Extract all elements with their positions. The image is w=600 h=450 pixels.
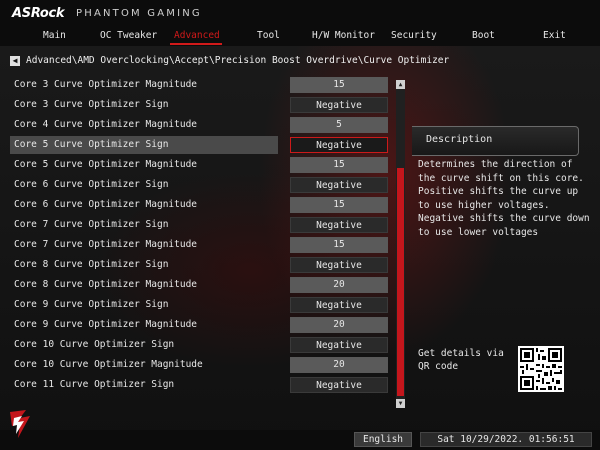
setting-label: Core 6 Curve Optimizer Sign <box>14 179 169 190</box>
setting-label: Core 8 Curve Optimizer Magnitude <box>14 279 198 290</box>
setting-value[interactable]: Negative <box>290 97 388 113</box>
description-header: Description <box>412 126 592 156</box>
tab-exit[interactable]: Exit <box>543 30 566 41</box>
tab-advanced[interactable]: Advanced <box>174 30 220 41</box>
setting-row[interactable]: Core 8 Curve Optimizer Sign Negative <box>10 256 390 274</box>
setting-row[interactable]: Core 9 Curve Optimizer Sign Negative <box>10 296 390 314</box>
setting-row[interactable]: Core 7 Curve Optimizer Magnitude 15 <box>10 236 390 254</box>
setting-label: Core 8 Curve Optimizer Sign <box>14 259 169 270</box>
breadcrumb: Advanced\AMD Overclocking\Accept\Precisi… <box>26 55 450 66</box>
setting-label: Core 9 Curve Optimizer Sign <box>14 299 169 310</box>
setting-value[interactable]: 15 <box>290 77 388 93</box>
scrollbar[interactable]: ▲ ▼ <box>396 80 405 408</box>
brand-logo: ASRock <box>12 6 65 21</box>
setting-value[interactable]: 20 <box>290 317 388 333</box>
setting-label: Core 9 Curve Optimizer Magnitude <box>14 319 198 330</box>
setting-row[interactable]: Core 11 Curve Optimizer Sign Negative <box>10 376 390 394</box>
down-arrow-icon[interactable]: ▼ <box>396 399 405 408</box>
setting-row[interactable]: Core 4 Curve Optimizer Magnitude 5 <box>10 116 390 134</box>
tab-oc-tweaker[interactable]: OC Tweaker <box>100 30 157 41</box>
setting-row[interactable]: Core 6 Curve Optimizer Magnitude 15 <box>10 196 390 214</box>
breadcrumb-bar: ◀ Advanced\AMD Overclocking\Accept\Preci… <box>0 54 600 68</box>
setting-value[interactable]: Negative <box>290 337 388 353</box>
setting-label: Core 5 Curve Optimizer Magnitude <box>14 159 198 170</box>
tab-bar: Main OC Tweaker Advanced Tool H/W Monito… <box>0 30 600 45</box>
tab-hw-monitor[interactable]: H/W Monitor <box>312 30 375 41</box>
setting-label: Core 4 Curve Optimizer Magnitude <box>14 119 198 130</box>
setting-value[interactable]: Negative <box>290 297 388 313</box>
setting-label: Core 7 Curve Optimizer Magnitude <box>14 239 198 250</box>
setting-row[interactable]: Core 7 Curve Optimizer Sign Negative <box>10 216 390 234</box>
setting-label: Core 6 Curve Optimizer Magnitude <box>14 199 198 210</box>
tab-main[interactable]: Main <box>43 30 66 41</box>
setting-value[interactable]: Negative <box>290 137 388 153</box>
header: ASRock PHANTOM GAMING Main OC Tweaker Ad… <box>0 0 600 46</box>
setting-value[interactable]: 15 <box>290 237 388 253</box>
setting-row-selected[interactable]: Core 5 Curve Optimizer Sign Negative <box>10 136 390 154</box>
setting-row[interactable]: Core 3 Curve Optimizer Sign Negative <box>10 96 390 114</box>
setting-label: Core 10 Curve Optimizer Sign <box>14 339 175 350</box>
scrollbar-thumb[interactable] <box>397 168 404 396</box>
setting-value[interactable]: 5 <box>290 117 388 133</box>
language-button[interactable]: English <box>354 432 412 447</box>
tab-boot[interactable]: Boot <box>472 30 495 41</box>
active-tab-underline <box>170 43 222 45</box>
qr-code-icon <box>518 346 564 392</box>
phantom-gaming-logo-icon <box>10 410 30 438</box>
setting-row[interactable]: Core 10 Curve Optimizer Sign Negative <box>10 336 390 354</box>
brand-subtitle: PHANTOM GAMING <box>76 8 202 19</box>
setting-row[interactable]: Core 6 Curve Optimizer Sign Negative <box>10 176 390 194</box>
tab-security[interactable]: Security <box>391 30 437 41</box>
setting-row[interactable]: Core 10 Curve Optimizer Magnitude 20 <box>10 356 390 374</box>
qr-caption: Get details via QR code <box>418 348 504 372</box>
left-arrow-icon[interactable]: ◀ <box>10 56 20 66</box>
setting-value[interactable]: Negative <box>290 377 388 393</box>
setting-label: Core 7 Curve Optimizer Sign <box>14 219 169 230</box>
setting-value[interactable]: Negative <box>290 257 388 273</box>
setting-label: Core 5 Curve Optimizer Sign <box>14 139 169 150</box>
setting-label: Core 3 Curve Optimizer Magnitude <box>14 79 198 90</box>
description-text: Determines the direction of the curve sh… <box>418 159 590 238</box>
up-arrow-icon[interactable]: ▲ <box>396 80 405 89</box>
setting-row[interactable]: Core 9 Curve Optimizer Magnitude 20 <box>10 316 390 334</box>
setting-row[interactable]: Core 3 Curve Optimizer Magnitude 15 <box>10 76 390 94</box>
setting-value[interactable]: 20 <box>290 357 388 373</box>
setting-value[interactable]: 20 <box>290 277 388 293</box>
datetime-display: Sat 10/29/2022. 01:56:51 <box>420 432 592 447</box>
setting-value[interactable]: 15 <box>290 157 388 173</box>
description-title: Description <box>426 134 493 145</box>
setting-row[interactable]: Core 8 Curve Optimizer Magnitude 20 <box>10 276 390 294</box>
settings-list: Core 3 Curve Optimizer Magnitude 15 Core… <box>10 76 390 396</box>
setting-label: Core 11 Curve Optimizer Sign <box>14 379 175 390</box>
setting-value[interactable]: 15 <box>290 197 388 213</box>
setting-value[interactable]: Negative <box>290 217 388 233</box>
setting-label: Core 10 Curve Optimizer Magnitude <box>14 359 203 370</box>
tab-tool[interactable]: Tool <box>257 30 280 41</box>
setting-value[interactable]: Negative <box>290 177 388 193</box>
setting-row[interactable]: Core 5 Curve Optimizer Magnitude 15 <box>10 156 390 174</box>
setting-label: Core 3 Curve Optimizer Sign <box>14 99 169 110</box>
